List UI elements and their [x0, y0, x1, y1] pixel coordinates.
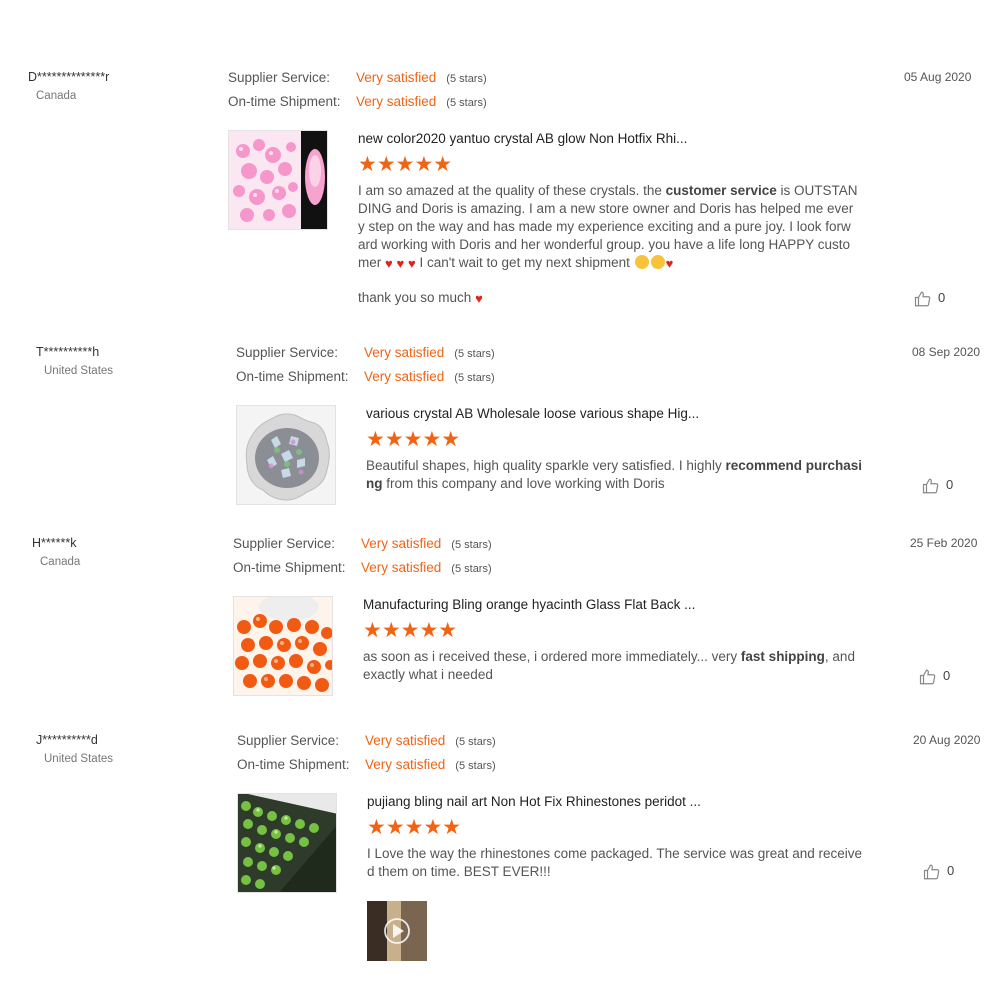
- product-title-link[interactable]: Manufacturing Bling orange hyacinth Glas…: [363, 596, 863, 614]
- like-button[interactable]: 0: [922, 475, 953, 495]
- shipment-value: Very satisfied: [365, 757, 446, 772]
- crystal-bowl-image[interactable]: [236, 405, 336, 505]
- reviewer-name: T**********h: [36, 345, 100, 359]
- supplier-service-value: Very satisfied: [364, 345, 445, 360]
- review-date: 25 Feb 2020: [910, 536, 978, 550]
- reviewer-info: J**********d United States: [22, 733, 152, 765]
- supplier-service-stars: (5 stars): [454, 348, 495, 360]
- reviewer-country: United States: [44, 365, 114, 377]
- heart-icon: ♥: [396, 256, 405, 271]
- like-count: 0: [938, 290, 946, 305]
- reviewer-name: D**************r: [28, 70, 110, 84]
- rating-stars: ★★★★★: [358, 153, 453, 176]
- supplier-service-label: Supplier Service:: [236, 345, 339, 360]
- shipment-value: Very satisfied: [361, 560, 442, 575]
- supplier-service-value: Very satisfied: [361, 536, 442, 551]
- supplier-service-label: Supplier Service:: [233, 536, 336, 551]
- like-count: 0: [947, 863, 955, 878]
- rating-stars: ★★★★★: [363, 619, 458, 642]
- review-content: new color2020 yantuo crystal AB glow Non…: [358, 130, 858, 307]
- review-extra-text: thank you so much ♥: [358, 290, 483, 306]
- heart-icon: ♥: [385, 256, 393, 271]
- thumbs-up-icon: [919, 669, 936, 684]
- shipment-value: Very satisfied: [364, 369, 445, 384]
- review-content: Manufacturing Bling orange hyacinth Glas…: [363, 596, 863, 684]
- shipment-stars: (5 stars): [446, 97, 487, 109]
- review-content: various crystal AB Wholesale loose vario…: [366, 405, 866, 493]
- like-button[interactable]: 0: [923, 861, 954, 881]
- reviewer-name: H******k: [32, 536, 77, 550]
- reviewer-name: J**********d: [36, 733, 98, 747]
- supplier-service-label: Supplier Service:: [228, 70, 331, 85]
- thumbs-up-icon: [914, 291, 931, 306]
- supplier-service-stars: (5 stars): [451, 539, 492, 551]
- rating-summary: Supplier Service: Very satisfied (5 stars)…: [236, 345, 495, 393]
- green-rhinestones-image[interactable]: [237, 793, 337, 893]
- smiley-icon: [634, 255, 649, 269]
- shipment-stars: (5 stars): [455, 760, 496, 772]
- shipment-value: Very satisfied: [356, 94, 437, 109]
- review-text: I am so amazed at the quality of these c…: [358, 183, 858, 271]
- reviewer-info: D**************r Canada: [12, 70, 142, 102]
- reviewer-info: H******k Canada: [18, 536, 148, 568]
- heart-icon: ♥: [665, 256, 674, 271]
- reviewer-country: United States: [44, 753, 114, 765]
- like-button[interactable]: 0: [919, 666, 950, 686]
- rating-stars: ★★★★★: [367, 816, 462, 839]
- smiley-icon: [650, 255, 665, 269]
- shipment-label: On-time Shipment:: [233, 560, 346, 575]
- thumbs-up-icon: [923, 864, 940, 879]
- rating-stars: ★★★★★: [366, 428, 461, 451]
- product-title-link[interactable]: various crystal AB Wholesale loose vario…: [366, 405, 866, 423]
- review-content: pujiang bling nail art Non Hot Fix Rhine…: [367, 793, 867, 881]
- review-date: 08 Sep 2020: [912, 345, 981, 359]
- like-count: 0: [943, 668, 951, 683]
- shipment-stars: (5 stars): [451, 563, 492, 575]
- heart-icon: ♥: [475, 291, 483, 306]
- product-title-link[interactable]: pujiang bling nail art Non Hot Fix Rhine…: [367, 793, 867, 811]
- shipment-stars: (5 stars): [454, 372, 495, 384]
- review-date: 05 Aug 2020: [904, 70, 972, 84]
- like-button[interactable]: 0: [914, 288, 945, 308]
- review-text: as soon as i received these, i ordered m…: [363, 649, 855, 682]
- product-title-link[interactable]: new color2020 yantuo crystal AB glow Non…: [358, 130, 858, 148]
- like-count: 0: [946, 477, 954, 492]
- pink-crystals-image[interactable]: [228, 130, 328, 230]
- thumbs-up-icon: [922, 478, 939, 493]
- orange-rhinestones-image[interactable]: [233, 596, 333, 696]
- supplier-service-value: Very satisfied: [356, 70, 437, 85]
- rating-summary: Supplier Service: Very satisfied (5 stars)…: [237, 733, 496, 781]
- reviewer-info: T**********h United States: [20, 345, 150, 377]
- supplier-service-stars: (5 stars): [446, 73, 487, 85]
- review-video-thumbnail[interactable]: [367, 901, 427, 961]
- supplier-service-stars: (5 stars): [455, 736, 496, 748]
- reviewer-country: Canada: [36, 90, 77, 102]
- rating-summary: Supplier Service: Very satisfied (5 stars)…: [228, 70, 487, 118]
- supplier-service-value: Very satisfied: [365, 733, 446, 748]
- review-date: 20 Aug 2020: [913, 733, 981, 747]
- shipment-label: On-time Shipment:: [236, 369, 349, 384]
- rating-summary: Supplier Service: Very satisfied (5 stars)…: [233, 536, 492, 584]
- reviewer-country: Canada: [40, 556, 81, 568]
- review-text: I Love the way the rhinestones come pack…: [367, 846, 863, 879]
- shipment-label: On-time Shipment:: [237, 757, 350, 772]
- supplier-service-label: Supplier Service:: [237, 733, 340, 748]
- review-text: Beautiful shapes, high quality sparkle v…: [366, 458, 862, 491]
- shipment-label: On-time Shipment:: [228, 94, 341, 109]
- heart-icon: ♥: [407, 256, 416, 271]
